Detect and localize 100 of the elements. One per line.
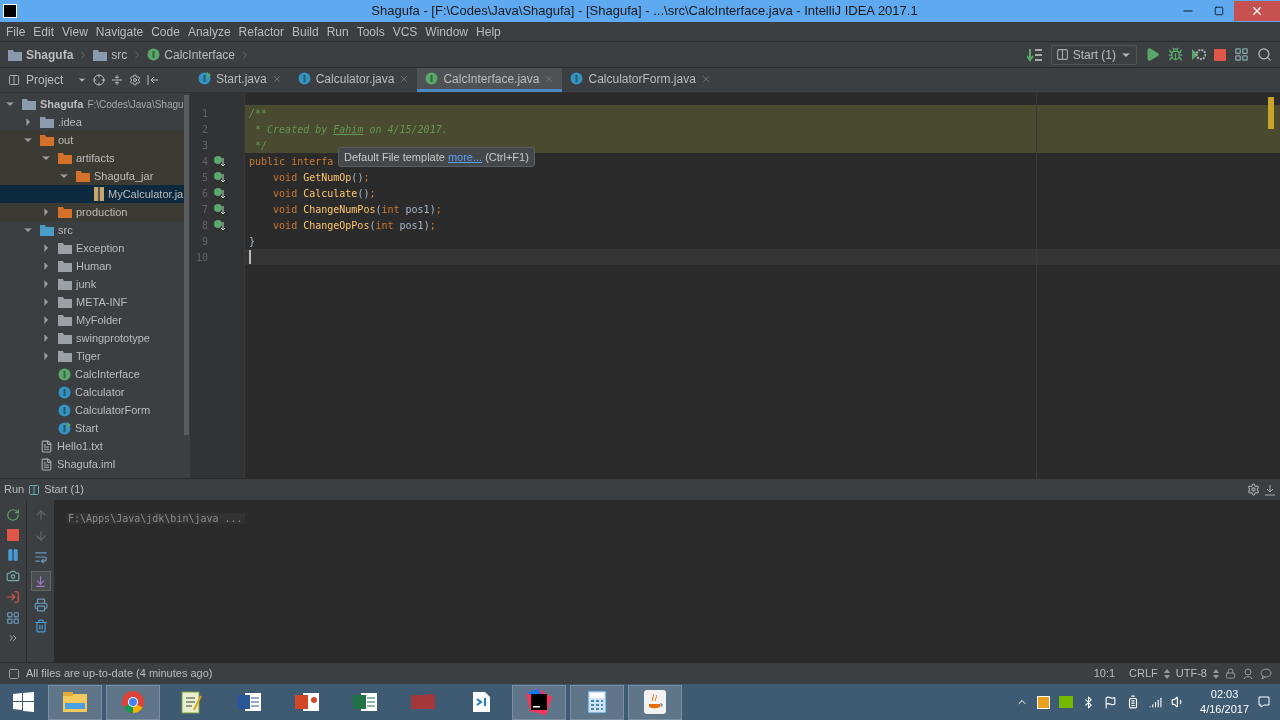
- breadcrumb[interactable]: Shagufa: [26, 45, 74, 64]
- close-tab-icon[interactable]: [700, 73, 711, 84]
- tree-item[interactable]: MyCalculator.ja: [0, 185, 184, 203]
- editor-tab[interactable]: CalculatorForm.java: [562, 68, 719, 92]
- menu-item[interactable]: Code: [147, 22, 184, 41]
- java-taskbar-icon[interactable]: [628, 684, 682, 720]
- coverage-icon[interactable]: [1191, 47, 1206, 62]
- flag-icon[interactable]: [1104, 695, 1118, 709]
- tree-item[interactable]: artifacts: [0, 149, 184, 167]
- project-structure-icon[interactable]: [1234, 47, 1249, 62]
- tree-item[interactable]: Tiger: [0, 347, 184, 365]
- lock-icon[interactable]: [1225, 668, 1236, 679]
- tree-item[interactable]: Shagufa F:\Codes\Java\Shagu: [0, 95, 184, 113]
- tree-item[interactable]: Calculator: [0, 383, 184, 401]
- tree-item[interactable]: Exception: [0, 239, 184, 257]
- more-icon[interactable]: [7, 632, 19, 644]
- debug-icon[interactable]: [1168, 47, 1183, 62]
- editor-tab[interactable]: Calculator.java: [289, 68, 418, 92]
- clock-time[interactable]: 02:03: [1210, 687, 1239, 702]
- implemented-marker-icon[interactable]: [213, 219, 225, 231]
- close-tab-icon[interactable]: [271, 73, 282, 84]
- tree-item[interactable]: out: [0, 131, 184, 149]
- layout-icon[interactable]: [6, 611, 20, 625]
- panel-title[interactable]: Run: [4, 481, 25, 498]
- implemented-marker-icon[interactable]: [213, 187, 225, 199]
- inspector-icon[interactable]: [1242, 667, 1254, 680]
- tree-item[interactable]: Shagufa_jar: [0, 167, 184, 185]
- editor-tab[interactable]: Start.java: [190, 68, 290, 92]
- tree-item[interactable]: META-INF: [0, 293, 184, 311]
- menu-item[interactable]: Navigate: [91, 22, 148, 41]
- tree-item[interactable]: CalculatorForm: [0, 401, 184, 419]
- restore-icon[interactable]: [1214, 6, 1224, 16]
- dropdown-icon[interactable]: [77, 75, 88, 85]
- tree-item[interactable]: src: [0, 221, 184, 239]
- menu-item[interactable]: File: [2, 22, 30, 41]
- implemented-marker-icon[interactable]: [213, 155, 225, 167]
- menu-item[interactable]: Run: [322, 22, 353, 41]
- run-config-dropdown[interactable]: Start (1): [1050, 44, 1137, 65]
- up-down-arrows-icon[interactable]: [1213, 668, 1219, 679]
- tree-item[interactable]: .idea: [0, 113, 184, 131]
- scroll-to-end-button[interactable]: [30, 571, 51, 591]
- menu-item[interactable]: Help: [472, 22, 505, 41]
- more-link[interactable]: more...: [447, 148, 483, 166]
- tree-item[interactable]: Human: [0, 257, 184, 275]
- breadcrumb[interactable]: src: [111, 45, 128, 64]
- up-down-arrows-icon[interactable]: [1163, 668, 1170, 679]
- menu-item[interactable]: VCS: [388, 22, 422, 41]
- explorer-taskbar-icon[interactable]: [48, 684, 102, 720]
- exit-icon[interactable]: [6, 590, 20, 604]
- menu-item[interactable]: Tools: [352, 22, 389, 41]
- file-encoding[interactable]: UTF-8: [1175, 665, 1207, 682]
- menu-item[interactable]: Edit: [29, 22, 59, 41]
- menu-item[interactable]: Refactor: [234, 22, 288, 41]
- caret-position[interactable]: 10:1: [1093, 665, 1116, 682]
- soft-wrap-icon[interactable]: [33, 550, 48, 564]
- tree-item[interactable]: Start: [0, 419, 184, 437]
- camera-icon[interactable]: [6, 569, 20, 583]
- run-icon[interactable]: [1145, 47, 1160, 62]
- tree-item[interactable]: CalcInterface: [0, 365, 184, 383]
- tree-item[interactable]: MyFolder: [0, 311, 184, 329]
- tree-item[interactable]: swingprototype: [0, 329, 184, 347]
- tool-windows-icon[interactable]: [8, 667, 20, 680]
- print-icon[interactable]: [33, 598, 48, 612]
- notifications-icon[interactable]: [1258, 696, 1270, 708]
- search-icon[interactable]: [1257, 47, 1272, 62]
- trash-icon[interactable]: [33, 619, 48, 633]
- tree-item[interactable]: Hello1.txt: [0, 437, 184, 455]
- build-icon[interactable]: [1026, 46, 1043, 63]
- menu-item[interactable]: View: [58, 22, 92, 41]
- breadcrumb[interactable]: CalcInterface: [164, 45, 236, 64]
- menu-item[interactable]: Window: [421, 22, 473, 41]
- keyboard-tray-icon[interactable]: [1037, 695, 1051, 709]
- close-tab-icon[interactable]: [399, 73, 410, 84]
- locate-icon[interactable]: [93, 74, 106, 86]
- pause-icon[interactable]: [6, 548, 20, 562]
- tree-item[interactable]: production: [0, 203, 184, 221]
- chrome-taskbar-icon[interactable]: [106, 684, 160, 720]
- menu-item[interactable]: Analyze: [183, 22, 235, 41]
- tree-item[interactable]: Shagufa.iml: [0, 455, 184, 473]
- event-log-icon[interactable]: [1260, 667, 1272, 680]
- collapse-all-icon[interactable]: [111, 74, 124, 86]
- intellij-taskbar-icon[interactable]: [512, 684, 566, 720]
- signal-icon[interactable]: [1149, 695, 1163, 709]
- implemented-marker-icon[interactable]: [213, 203, 225, 215]
- rerun-icon[interactable]: [6, 508, 20, 522]
- line-separator[interactable]: CRLF: [1129, 665, 1158, 682]
- tree-item[interactable]: junk: [0, 275, 184, 293]
- graphics-tray-icon[interactable]: [1059, 696, 1074, 708]
- panel-title[interactable]: Project: [26, 71, 64, 89]
- settings-icon[interactable]: [129, 74, 142, 86]
- hide-panel-icon[interactable]: [1264, 483, 1276, 496]
- implemented-marker-icon[interactable]: [213, 171, 225, 183]
- run-tab[interactable]: Start (1): [44, 481, 84, 498]
- editor-tab[interactable]: CalcInterface.java: [417, 68, 563, 92]
- settings-icon[interactable]: [1247, 483, 1260, 496]
- clock-date[interactable]: 4/16/2017: [1200, 702, 1249, 717]
- stop-icon[interactable]: [1214, 48, 1226, 61]
- scrollbar[interactable]: [184, 95, 189, 435]
- hide-panel-icon[interactable]: [147, 74, 160, 86]
- calculator-taskbar-icon[interactable]: [570, 684, 624, 720]
